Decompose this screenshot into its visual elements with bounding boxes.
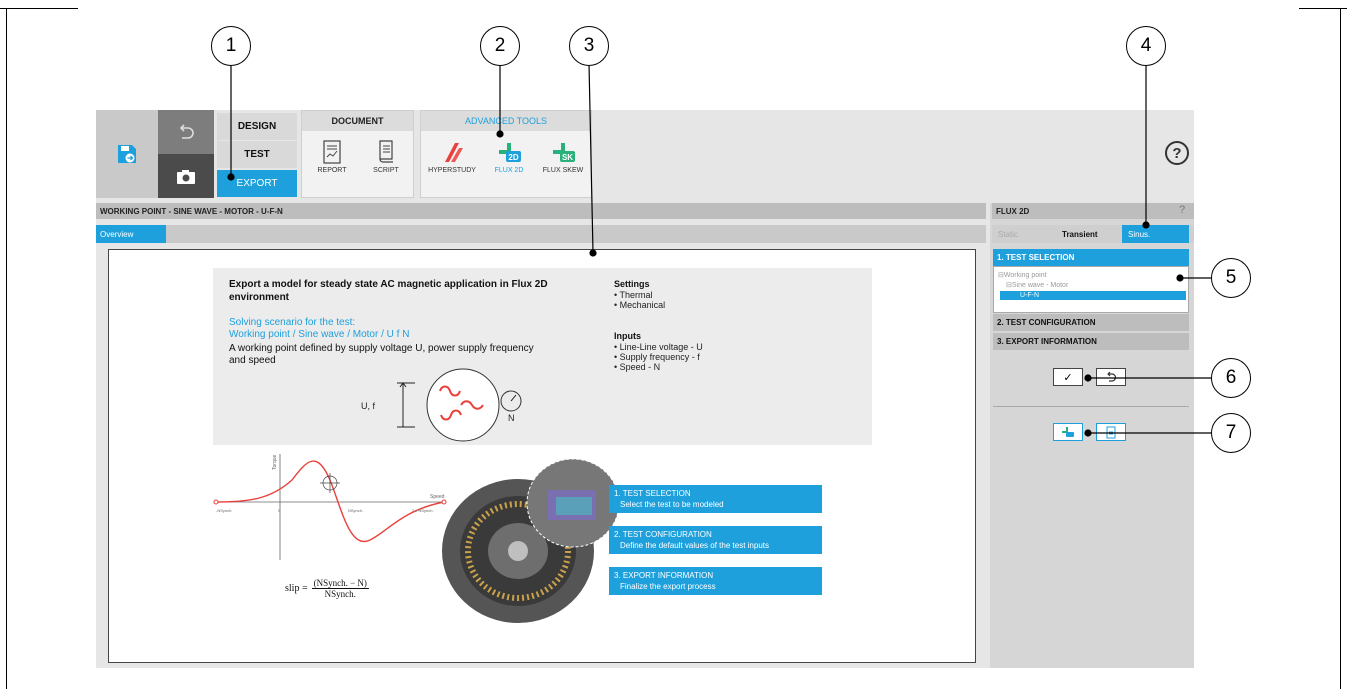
- callout-4: 4: [1126, 26, 1166, 66]
- callout-5: 5: [1211, 258, 1251, 298]
- callout-1: 1: [211, 26, 251, 66]
- callout-6: 6: [1211, 358, 1251, 398]
- callout-leaders: [227, 63, 1211, 437]
- callout-2: 2: [480, 26, 520, 66]
- callout-3: 3: [569, 26, 609, 66]
- callout-7: 7: [1211, 413, 1251, 453]
